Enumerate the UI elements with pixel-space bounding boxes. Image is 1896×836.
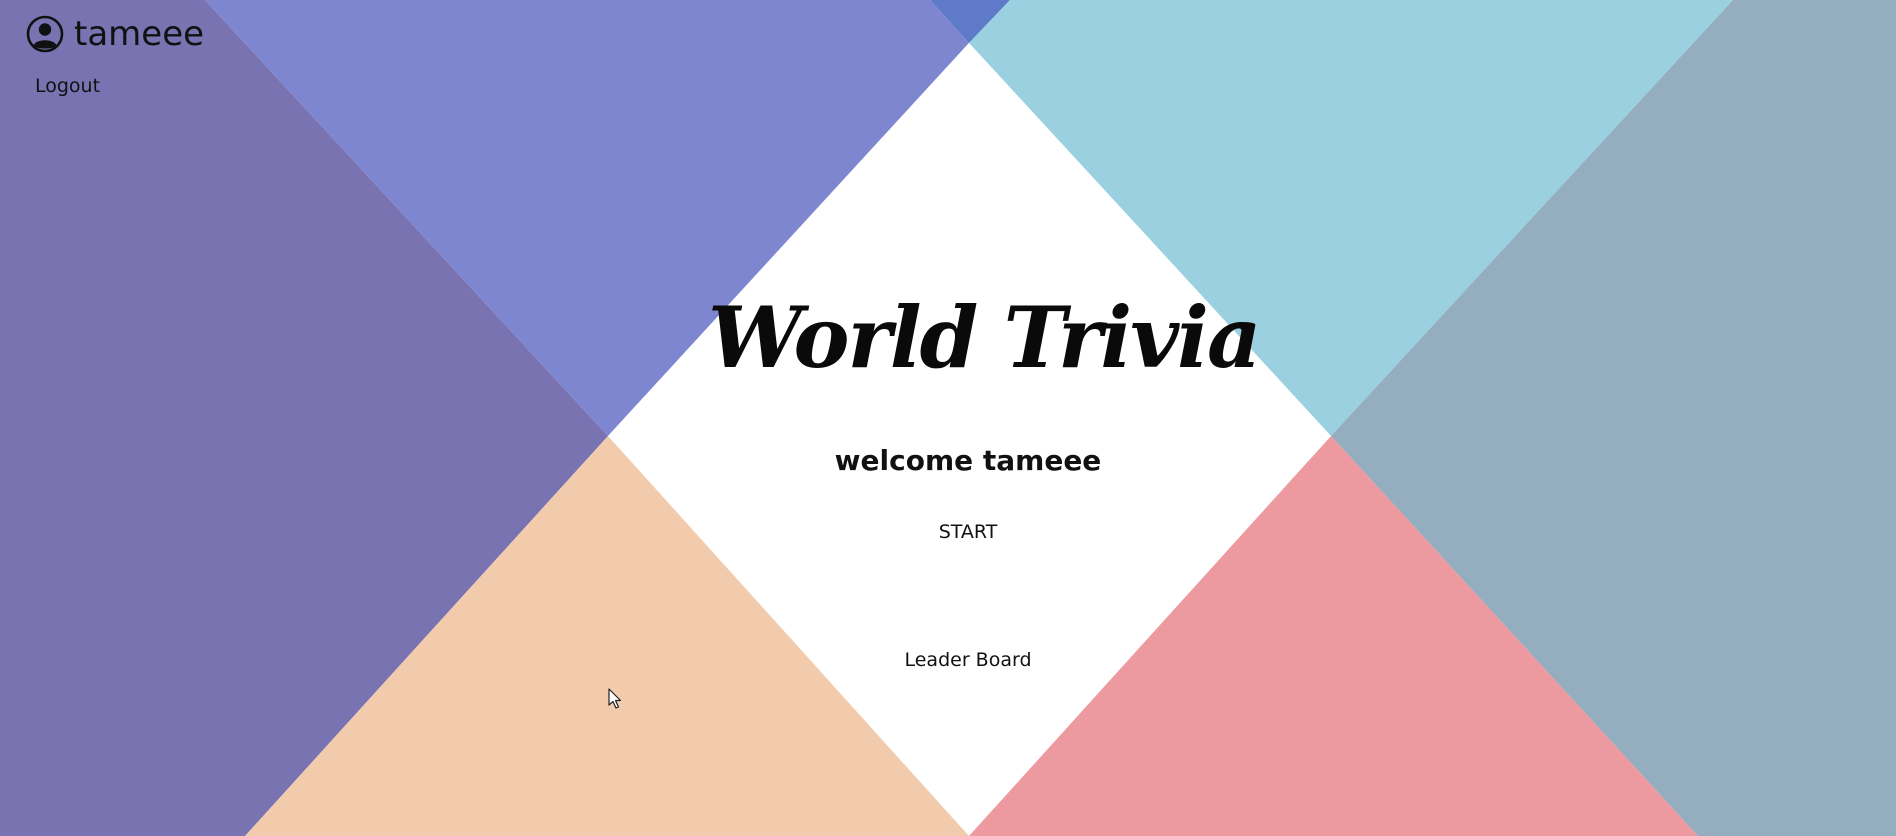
user-profile[interactable]: tameee <box>26 12 204 56</box>
page: tameee Logout World Trivia welcome tamee… <box>0 0 1896 836</box>
start-button[interactable]: START <box>868 521 1068 543</box>
welcome-message: welcome tameee <box>834 444 1102 477</box>
page-title: World Trivia <box>708 288 1261 387</box>
background-geometry <box>0 0 1896 836</box>
username-label: tameee <box>74 14 205 54</box>
leaderboard-button[interactable]: Leader Board <box>838 649 1098 671</box>
logout-link[interactable]: Logout <box>35 75 100 97</box>
user-circle-icon <box>26 15 64 53</box>
mouse-pointer-icon <box>608 688 622 709</box>
